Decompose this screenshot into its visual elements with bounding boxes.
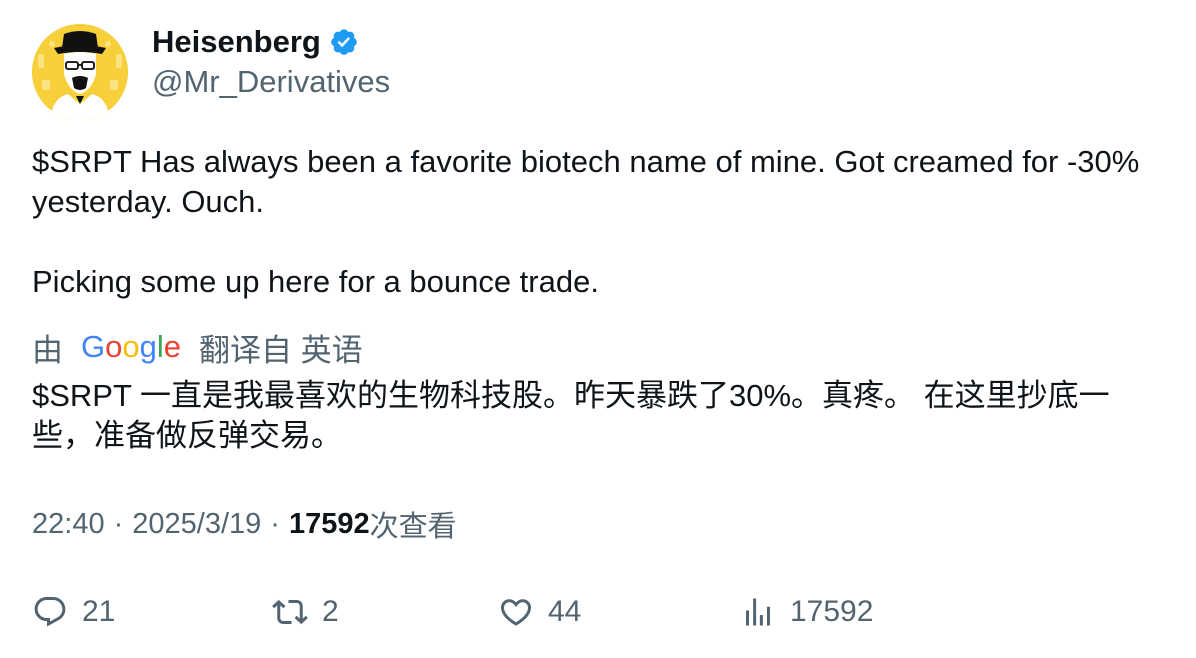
- like-count: 44: [548, 595, 582, 628]
- heisenberg-avatar-icon: [32, 24, 128, 120]
- tweet-time[interactable]: 22:40: [32, 508, 105, 541]
- tweet-actions: 21 2 44 17592: [32, 590, 1162, 634]
- like-button[interactable]: 44: [498, 590, 581, 634]
- tweet-text: $SRPT Has always been a favorite biotech…: [32, 144, 1140, 299]
- translated-from-label: 翻译自 英语: [199, 332, 363, 368]
- analytics-icon: [746, 598, 770, 626]
- tweet-meta: 22:40 · 2025/3/19 · 17592 次查看: [32, 504, 457, 544]
- user-handle[interactable]: @Mr_Derivatives: [152, 64, 390, 100]
- meta-separator: ·: [113, 507, 124, 540]
- retweet-button[interactable]: 2: [272, 590, 339, 634]
- retweet-count: 2: [322, 595, 339, 628]
- reply-count: 21: [82, 595, 116, 628]
- translation-attribution[interactable]: 由 Google 翻译自 英语: [32, 327, 363, 368]
- tweet-header: Heisenberg @Mr_Derivatives: [32, 24, 632, 124]
- translated-text: $SRPT 一直是我最喜欢的生物科技股。昨天暴跌了30%。真疼。 在这里抄底一些…: [32, 378, 1110, 453]
- retweet-icon: [272, 599, 308, 625]
- reply-icon: [34, 597, 66, 627]
- display-name[interactable]: Heisenberg: [152, 24, 321, 60]
- heart-icon: [500, 599, 532, 626]
- views-button[interactable]: 17592: [740, 590, 873, 634]
- views-count: 17592: [288, 507, 370, 540]
- translated-by-label: 由: [32, 332, 63, 368]
- reply-button[interactable]: 21: [32, 590, 115, 634]
- verified-badge-icon: [331, 29, 357, 55]
- tweet-date[interactable]: 2025/3/19: [132, 508, 261, 541]
- views-label: 次查看: [369, 511, 457, 543]
- user-avatar[interactable]: [32, 24, 128, 120]
- views-action-count: 17592: [790, 595, 874, 628]
- user-names: Heisenberg @Mr_Derivatives: [152, 24, 390, 100]
- meta-separator: ·: [270, 507, 280, 540]
- svg-text:Google: Google: [81, 329, 181, 364]
- google-logo-icon: Google: [81, 329, 181, 364]
